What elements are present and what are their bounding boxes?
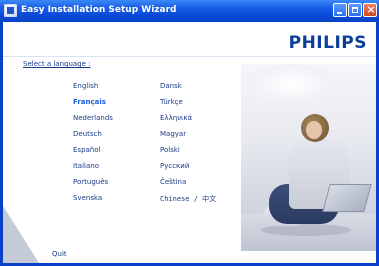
language-magyar[interactable]: Magyar — [160, 130, 186, 138]
client-area: PHILIPS Select a language : English Fran… — [3, 22, 376, 263]
title-bar[interactable]: Easy Installation Setup Wizard × — [0, 0, 379, 22]
language-chinese[interactable]: Chinese / 中文 — [160, 194, 216, 204]
face-shape — [306, 121, 322, 139]
language-cestina[interactable]: Čeština — [160, 178, 186, 186]
setup-wizard-icon — [4, 4, 17, 17]
laptop-icon — [322, 184, 372, 212]
language-russian[interactable]: Русский — [160, 162, 189, 170]
decorative-corner — [3, 206, 39, 263]
language-portugues[interactable]: Português — [73, 178, 108, 186]
woman-with-laptop-photo — [241, 64, 376, 251]
philips-logo: PHILIPS — [288, 33, 367, 53]
header-divider — [3, 56, 376, 57]
installer-window: Easy Installation Setup Wizard × PHILIPS… — [0, 0, 379, 266]
language-francais[interactable]: Français — [73, 98, 106, 106]
language-deutsch[interactable]: Deutsch — [73, 130, 102, 138]
window-title: Easy Installation Setup Wizard — [21, 5, 177, 15]
language-greek[interactable]: Ελληνικά — [160, 114, 192, 122]
lamp-shape — [245, 64, 335, 104]
language-turkce[interactable]: Türkçe — [160, 98, 183, 106]
language-dansk[interactable]: Dansk — [160, 82, 182, 90]
minimize-button[interactable] — [333, 3, 347, 17]
language-italiano[interactable]: Italiano — [73, 162, 99, 170]
language-english[interactable]: English — [73, 82, 98, 90]
language-espanol[interactable]: Español — [73, 146, 100, 154]
language-nederlands[interactable]: Nederlands — [73, 114, 113, 122]
maximize-button[interactable] — [348, 3, 362, 17]
maximize-icon — [352, 7, 358, 13]
language-svenska[interactable]: Svenska — [73, 194, 102, 202]
minimize-icon — [337, 12, 342, 14]
close-button[interactable]: × — [363, 3, 377, 17]
language-polski[interactable]: Polski — [160, 146, 180, 154]
select-language-label: Select a language : — [23, 60, 91, 68]
close-icon: × — [366, 3, 376, 16]
quit-button[interactable]: Quit — [52, 250, 67, 258]
